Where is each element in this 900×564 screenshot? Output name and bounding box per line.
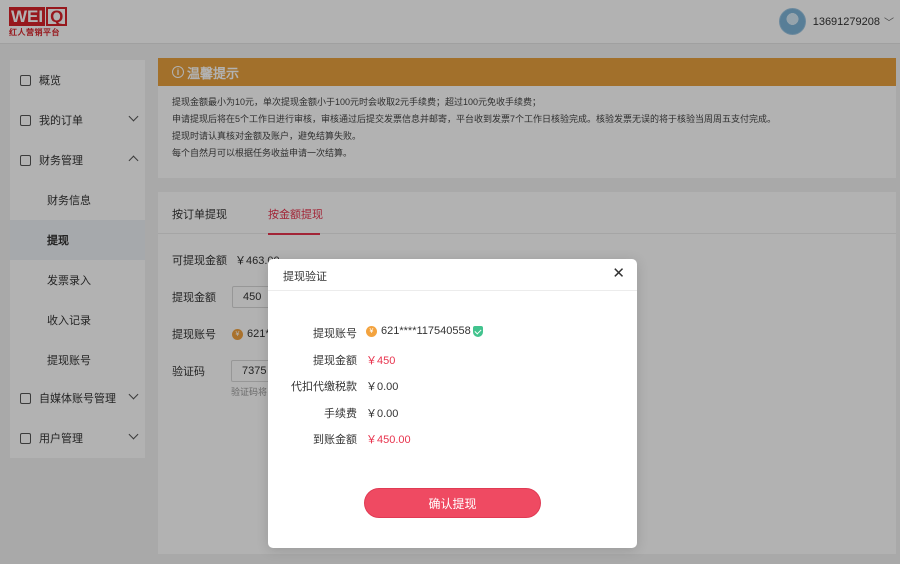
dialog-row-label: 到账金额 [313, 434, 357, 446]
dialog-row-value: ￥450.00 [366, 434, 411, 446]
dialog-title: 提现验证 [283, 271, 327, 283]
account-number: 621****117540558 [381, 325, 471, 337]
dialog-row-value: ￥0.00 [366, 381, 399, 393]
withdraw-verify-dialog: 提现验证 ✕ 提现账号 ¥ 621****117540558 提现金额 ￥450… [268, 259, 637, 548]
dialog-row-value: ¥ 621****117540558 [366, 325, 483, 337]
dialog-row-fee: 手续费 ￥0.00 [268, 405, 637, 421]
dialog-row-amount: 提现金额 ￥450 [268, 352, 637, 368]
dialog-row-value: ￥0.00 [366, 408, 399, 420]
dialog-row-account: 提现账号 ¥ 621****117540558 [268, 325, 637, 341]
bank-icon: ¥ [366, 325, 377, 337]
dialog-row-label: 提现账号 [313, 328, 357, 340]
dialog-row-value: ￥450 [366, 355, 396, 367]
confirm-withdraw-button[interactable]: 确认提现 [364, 488, 541, 518]
dialog-row-received: 到账金额 ￥450.00 [268, 431, 637, 447]
close-icon[interactable]: ✕ [612, 266, 625, 282]
dialog-header: 提现验证 ✕ [268, 259, 637, 291]
verified-shield-icon [472, 325, 483, 337]
dialog-row-label: 代扣代缴税款 [291, 381, 357, 393]
dialog-row-label: 手续费 [324, 408, 357, 420]
dialog-row-label: 提现金额 [313, 355, 357, 367]
dialog-row-tax: 代扣代缴税款 ￥0.00 [268, 378, 637, 394]
